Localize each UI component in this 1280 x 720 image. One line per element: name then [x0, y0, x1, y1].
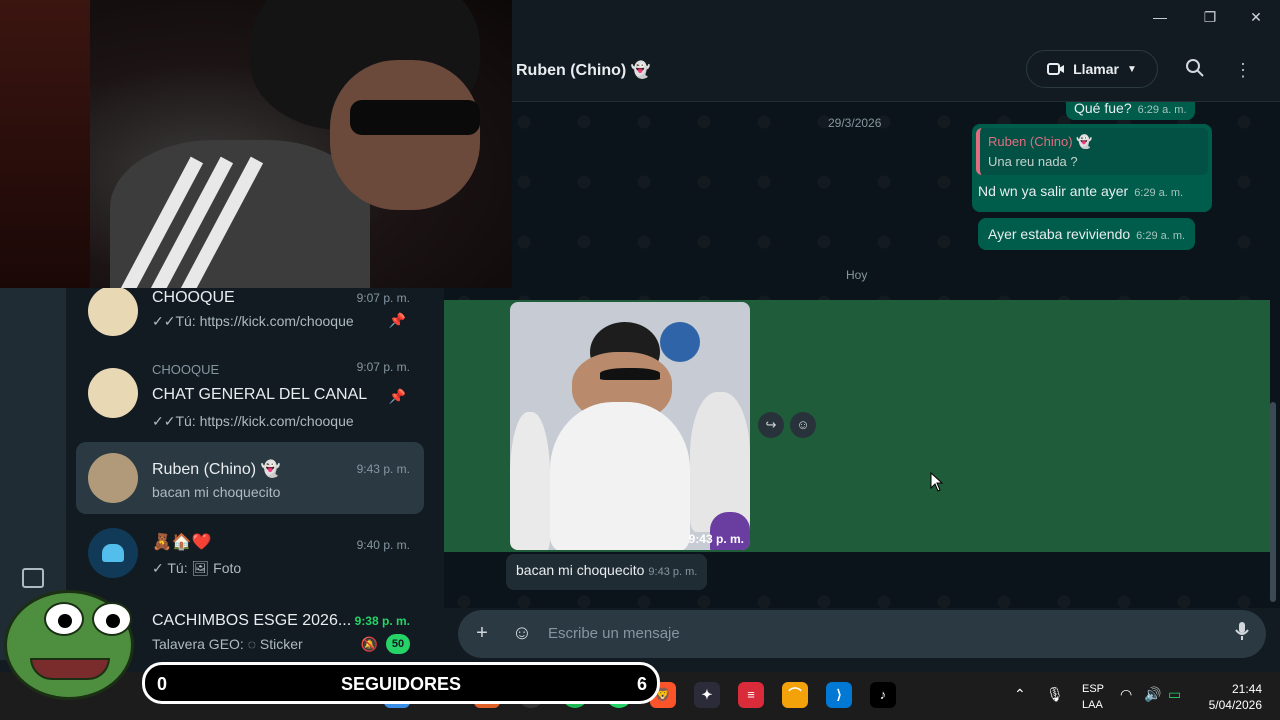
attach-icon[interactable]: +	[470, 621, 494, 645]
message-out-reply[interactable]: Ruben (Chino) 👻 Una reu nada ? Nd wn ya …	[972, 124, 1212, 212]
emoji-reaction-icon[interactable]: ☺	[790, 412, 816, 438]
chat-list-item-active[interactable]: Ruben (Chino) 👻 9:43 p. m. bacan mi choq…	[76, 442, 424, 514]
menu-icon[interactable]: ⋮	[1231, 58, 1255, 82]
volume-icon[interactable]: 🔊	[1144, 686, 1161, 703]
group-avatar-icon	[88, 528, 138, 578]
chat-messages: Qué fue? 6:29 a. m. 29/3/2026 Ruben (Chin…	[444, 102, 1280, 608]
wifi-icon[interactable]: ◠	[1120, 686, 1132, 703]
chat-title[interactable]: Ruben (Chino) 👻	[516, 60, 651, 80]
message-placeholder: Escribe un mensaje	[548, 625, 680, 642]
followers-overlay: 0 SEGUIDORES 6	[142, 662, 660, 704]
pepe-sticker-overlay	[0, 582, 140, 720]
photo-message[interactable]: 9:43 p. m.	[510, 302, 750, 550]
followers-count-left: 0	[157, 674, 168, 694]
composer: + ☺ Escribe un mensaje	[444, 608, 1280, 660]
arc-app-icon[interactable]: ⌒	[782, 682, 808, 708]
pin-icon: 📌	[388, 388, 406, 404]
photo-time: 9:43 p. m.	[688, 532, 744, 546]
date-chip: Hoy	[846, 268, 868, 282]
avatar	[88, 286, 138, 336]
chevron-down-icon: ▼	[1127, 63, 1137, 75]
call-button[interactable]: Llamar ▼	[1026, 50, 1158, 88]
forward-icon[interactable]: ↪	[758, 412, 784, 438]
pin-icon: 📌	[388, 312, 406, 328]
clock[interactable]: 21:44 5/04/2026	[1209, 681, 1262, 713]
vscode-icon[interactable]: ⟩	[826, 682, 852, 708]
chat-list-item[interactable]: 🧸🏠❤️ 9:40 p. m. ✓ Tú: 🖼 Foto	[76, 516, 424, 588]
avatar	[88, 368, 138, 418]
unread-badge: 50	[386, 634, 410, 654]
sticker-icon[interactable]: ☺	[510, 621, 534, 645]
microphone-icon[interactable]	[1230, 621, 1254, 645]
minimize-button[interactable]: —	[1148, 6, 1172, 28]
followers-label: SEGUIDORES	[341, 674, 462, 694]
webcam-overlay	[0, 0, 512, 288]
message-in[interactable]: bacan mi choquecito 9:43 p. m.	[506, 554, 708, 590]
stack-app-icon[interactable]: ≡	[738, 682, 764, 708]
wizard-icon[interactable]: ✦	[694, 682, 720, 708]
language-top[interactable]: ESP	[1082, 683, 1104, 695]
chat-list-item[interactable]: CHOOQUE CHAT GENERAL DEL CANAL 9:07 p. m…	[76, 354, 424, 429]
maximize-button[interactable]: ❐	[1198, 6, 1222, 28]
message-out[interactable]: Ayer estaba reviviendo 6:29 a. m.	[978, 218, 1196, 250]
close-button[interactable]: ✕	[1244, 6, 1268, 28]
mic-tray-icon[interactable]: 🎙	[1046, 686, 1064, 703]
scrollbar[interactable]	[1270, 402, 1276, 602]
followers-count-right: 6	[636, 674, 647, 694]
mute-icon: 🔕	[360, 636, 378, 652]
chevron-up-icon[interactable]: ⌃	[1014, 686, 1026, 703]
language-bottom[interactable]: LAA	[1082, 699, 1103, 711]
avatar	[88, 453, 138, 503]
battery-icon[interactable]: ▭	[1168, 686, 1181, 703]
date-chip: 29/3/2026	[828, 116, 882, 130]
search-icon[interactable]	[1183, 58, 1207, 82]
chat-header: Ruben (Chino) 👻 Llamar ▼ ⋮	[444, 36, 1280, 102]
tiktok-icon[interactable]: ♪	[870, 682, 896, 708]
call-label: Llamar	[1073, 61, 1119, 77]
quoted-message[interactable]: Ruben (Chino) 👻 Una reu nada ?	[976, 128, 1208, 175]
message-out[interactable]: Qué fue? 6:29 a. m.	[1066, 102, 1195, 120]
window-titlebar: — ❐ ✕	[512, 0, 1280, 36]
video-icon	[1047, 63, 1065, 75]
screen: — ❐ ✕ Ruben (Chino) 👻 Llamar ▼ ⋮ Qué fue…	[0, 0, 1280, 720]
